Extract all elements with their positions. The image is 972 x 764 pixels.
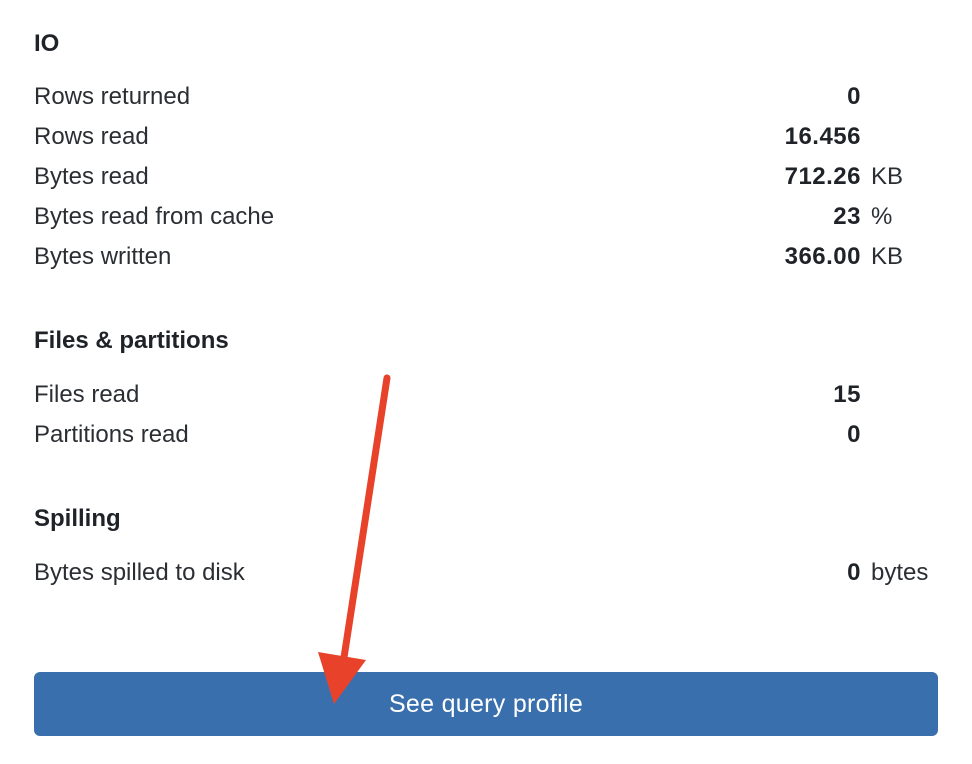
- metric-label: Bytes spilled to disk: [34, 559, 245, 586]
- metric-value: 16.456: [784, 123, 861, 150]
- section-title-files-partitions: Files & partitions: [34, 327, 229, 354]
- metric-label: Partitions read: [34, 421, 189, 448]
- metric-label: Rows read: [34, 123, 149, 150]
- metric-row-rows-returned: Rows returned 0: [34, 77, 938, 117]
- section-title-spilling: Spilling: [34, 505, 121, 532]
- metric-value: 0: [847, 83, 861, 110]
- metric-value: 0: [847, 421, 861, 448]
- metric-row-files-read: Files read 15: [34, 375, 938, 415]
- metric-label: Rows returned: [34, 83, 191, 110]
- metric-value: 15: [833, 381, 861, 408]
- metric-row-bytes-spilled-to-disk: Bytes spilled to disk 0 bytes: [34, 553, 938, 593]
- metric-unit: bytes: [871, 559, 929, 586]
- metric-label: Files read: [34, 381, 140, 408]
- metric-unit: KB: [871, 243, 904, 270]
- metric-row-rows-read: Rows read 16.456: [34, 117, 938, 157]
- metric-label: Bytes read: [34, 163, 149, 190]
- see-query-profile-button[interactable]: See query profile: [34, 672, 938, 736]
- metric-value: 712.26: [784, 163, 861, 190]
- metric-unit: %: [871, 203, 893, 230]
- metric-row-bytes-written: Bytes written 366.00 KB: [34, 237, 938, 277]
- metric-unit: KB: [871, 163, 904, 190]
- metric-value: 366.00: [784, 243, 861, 270]
- metric-row-bytes-read: Bytes read 712.26 KB: [34, 157, 938, 197]
- section-title-io: IO: [34, 30, 60, 57]
- metric-value: 0: [847, 559, 861, 586]
- metric-value: 23: [833, 203, 861, 230]
- metric-row-bytes-read-from-cache: Bytes read from cache 23 %: [34, 197, 938, 237]
- metric-label: Bytes written: [34, 243, 172, 270]
- metric-row-partitions-read: Partitions read 0: [34, 415, 938, 455]
- metric-label: Bytes read from cache: [34, 203, 275, 230]
